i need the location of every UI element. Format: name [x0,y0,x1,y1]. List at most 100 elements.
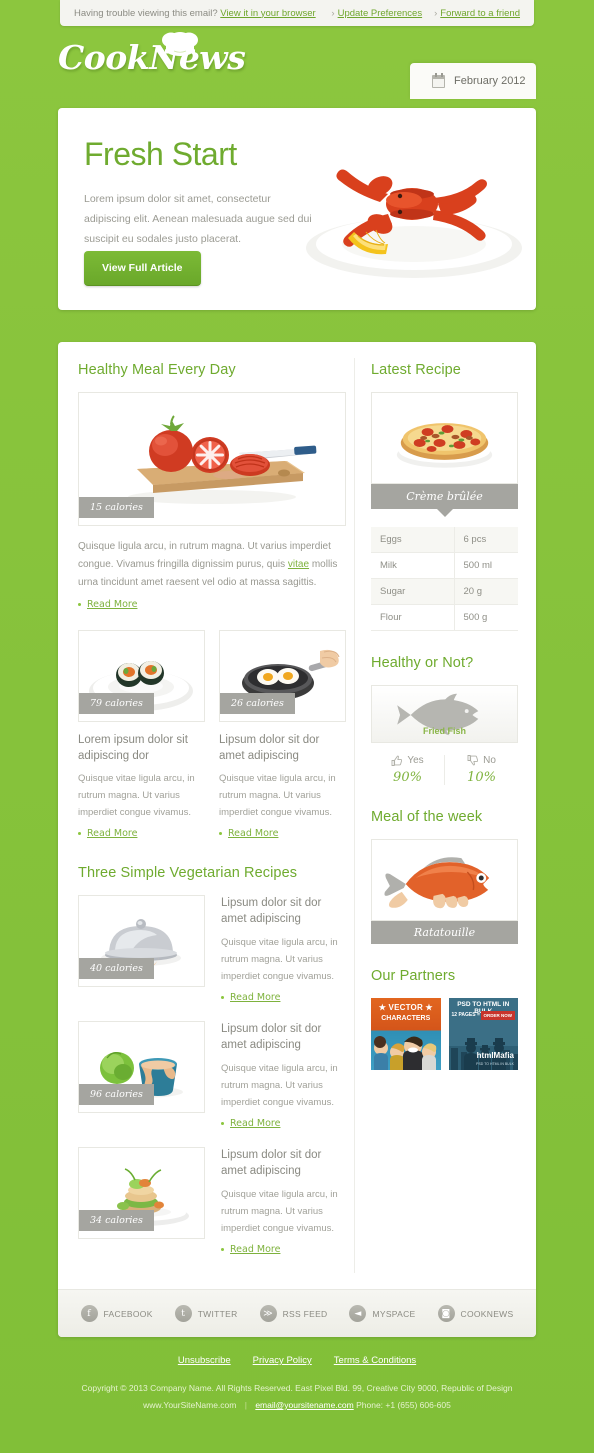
vegetarian-read-more[interactable]: Read More [221,1244,338,1255]
vegetarian-thumbnail[interactable]: 40 calories [78,895,205,987]
healthy-or-not-image-box: Fried Fish [371,685,518,743]
lobster-illustration [306,169,522,278]
read-more-link[interactable]: Read More [228,828,278,839]
hand-holding-fish-illustration [384,857,490,909]
ingredient-qty: 500 g [453,604,518,631]
bullet-icon [219,832,222,835]
pizza-illustration [396,423,493,468]
social-link-twitter[interactable]: t TWITTER [174,1305,238,1322]
bullet-icon [221,1248,224,1251]
vegetarian-read-more[interactable]: Read More [221,1118,338,1129]
featured-read-more[interactable]: Read More [78,599,338,610]
preheader-bar: Having trouble viewing this email? View … [60,0,534,26]
vector-ad-line1: ★ VECTOR ★ [378,1003,433,1012]
brand-logo[interactable]: CookNews [58,38,246,77]
partners-block: Our Partners ★ VECTOR ★ CHARACTERS PSD T… [371,968,518,1070]
view-full-article-button[interactable]: View Full Article [84,251,201,286]
vote-yes[interactable]: Yes 90% [371,755,444,785]
email-footer: Unsubscribe Privacy Policy Terms & Condi… [58,1355,536,1440]
sub-article-read-more[interactable]: Read More [219,828,346,839]
vegetarian-text: Lipsum dolor sit dor amet adipiscing Qui… [221,895,338,1003]
calendar-icon [432,72,445,88]
read-more-link[interactable]: Read More [87,599,137,610]
forward-item[interactable]: › Forward to a friend [434,8,520,19]
vegetarian-thumbnail[interactable]: 96 calories [78,1021,205,1113]
partner-ads: ★ VECTOR ★ CHARACTERS PSD TO HTML IN BUL… [371,998,518,1070]
vector-characters-ad[interactable]: ★ VECTOR ★ CHARACTERS [371,998,441,1070]
vote-no-label: No [483,755,496,766]
meal-of-week-block: Meal of the week Ratatouille [371,809,518,944]
sub-article-read-more[interactable]: Read More [78,828,205,839]
read-more-link[interactable]: Read More [230,1118,280,1129]
vegetarian-body: Quisque vitae ligula arcu, in rutrum mag… [221,1063,338,1108]
vegetarian-heading: Three Simple Vegetarian Recipes [78,865,298,881]
hero-text-block: Fresh Start Lorem ipsum dolor sit amet, … [84,136,314,249]
update-preferences-item[interactable]: › Update Preferences [331,8,422,19]
vegetarian-title: Lipsum dolor sit dor amet adipiscing [221,897,322,925]
social-link-myspace[interactable]: ◄ MYSPACE [349,1305,415,1322]
sub-articles-row: 79 calories Lorem ipsum dolor sit adipis… [78,630,346,839]
meal-of-week-caption: Ratatouille [371,921,518,944]
social-link-facebook[interactable]: f FACEBOOK [80,1305,153,1322]
vote-yes-top: Yes [371,755,444,766]
caret-icon: › [434,7,438,19]
vegetarian-text: Lipsum dolor sit dor amet adipiscing Qui… [221,1147,338,1255]
healthy-meal-heading: Healthy Meal Every Day [78,362,236,378]
twitter-icon: t [174,1305,192,1322]
privacy-policy-link[interactable]: Privacy Policy [253,1355,312,1366]
bullet-icon [78,832,81,835]
vegetarian-thumbnail[interactable]: 34 calories [78,1147,205,1239]
sub-article-thumbnail[interactable]: 79 calories [78,630,205,722]
hero-card: Fresh Start Lorem ipsum dolor sit amet, … [58,108,536,310]
meal-of-week-photo[interactable] [371,839,518,921]
featured-body-inline-link[interactable]: vitae [288,559,309,570]
vegetarian-read-more[interactable]: Read More [221,992,338,1003]
footer-email-link[interactable]: email@yoursitename.com [255,1400,353,1410]
vegetarian-title: Lipsum dolor sit dor amet adipiscing [221,1023,322,1051]
vegetarian-section: Three Simple Vegetarian Recipes 40 calor… [78,865,338,1255]
table-row: Flour 500 g [371,604,518,631]
featured-article-body: Quisque ligula arcu, in rutrum magna. Ut… [78,538,338,592]
unsubscribe-link[interactable]: Unsubscribe [178,1355,231,1366]
ingredient-name: Eggs [371,527,454,553]
view-in-browser-link[interactable]: View it in your browser [220,8,315,19]
social-links-bar: f FACEBOOK t TWITTER ≫ RSS FEED ◄ MYSPAC… [58,1289,536,1337]
vote-yes-label: Yes [407,755,424,766]
vote-no-pct: 10% [467,770,496,785]
htmlmafia-ad[interactable]: PSD TO HTML IN BULK 12 PAGES = $480 ORDE… [448,998,518,1070]
footer-contact-line: www.YourSiteName.com | email@yoursitenam… [58,1397,536,1414]
social-label: MYSPACE [372,1308,416,1319]
html-ad-brand: htmlMafia [476,1051,514,1060]
social-link-rss[interactable]: ≫ RSS FEED [259,1305,328,1322]
vegetarian-body: Quisque vitae ligula arcu, in rutrum mag… [221,1189,338,1234]
read-more-link[interactable]: Read More [230,992,280,1003]
calorie-badge: 26 calories [220,693,295,714]
vegetarian-item-2: 34 calories Lipsum dolor sit dor amet ad… [78,1147,338,1255]
healthy-or-not-block: Healthy or Not? Fried Fish Yes 90% No 10… [371,655,518,785]
footer-links: Unsubscribe Privacy Policy Terms & Condi… [58,1355,536,1366]
terms-conditions-link[interactable]: Terms & Conditions [334,1355,416,1366]
read-more-link[interactable]: Read More [87,828,137,839]
vote-no[interactable]: No 10% [444,755,518,785]
preheader-right: › Update Preferences › Forward to a friend [331,8,520,19]
social-link-cooknews[interactable]: ◙ COOKNEWS [437,1305,514,1322]
ingredient-name: Sugar [371,578,454,605]
update-preferences-link[interactable]: Update Preferences [338,8,423,19]
vegetarian-body: Quisque vitae ligula arcu, in rutrum mag… [221,937,338,982]
bullet-icon [221,996,224,999]
cooknews-icon: ◙ [437,1305,455,1322]
preheader-region: Having trouble viewing this email? View … [0,0,594,30]
copyright-text: Copyright © 2013 Company Name. All Right… [81,1383,513,1393]
calorie-badge: 96 calories [79,1084,154,1105]
healthy-or-not-stats: Yes 90% No 10% [371,755,518,785]
forward-to-friend-link[interactable]: Forward to a friend [440,8,520,19]
latest-recipe-heading: Latest Recipe [371,362,461,378]
sub-article-0: 79 calories Lorem ipsum dolor sit adipis… [78,630,205,839]
sub-article-thumbnail[interactable]: 26 calories [219,630,346,722]
calorie-badge: 40 calories [79,958,154,979]
sub-article-body: Quisque vitae ligula arcu, in rutrum mag… [219,773,336,818]
body-columns: Healthy Meal Every Day 15 calories Quisq… [58,342,536,1273]
latest-recipe-photo[interactable] [371,392,518,484]
featured-article-thumbnail[interactable]: 15 calories [78,392,346,526]
read-more-link[interactable]: Read More [230,1244,280,1255]
